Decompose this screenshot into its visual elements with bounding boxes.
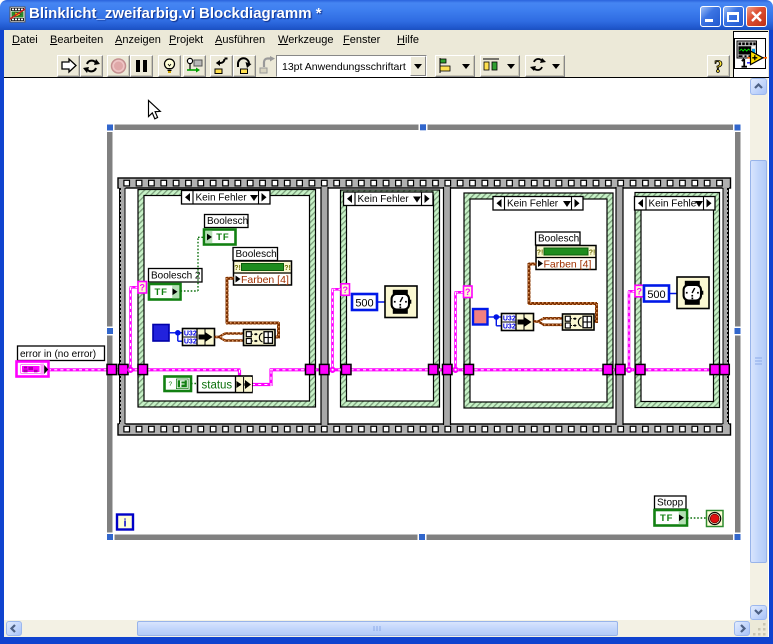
svg-text:?!: ?! xyxy=(234,265,241,272)
svg-text:U32: U32 xyxy=(184,331,197,338)
svg-text:?: ? xyxy=(637,286,643,296)
svg-text:Stopp: Stopp xyxy=(657,498,684,509)
svg-text:Kein Fehler: Kein Fehler xyxy=(358,194,410,205)
svg-text:Boolesch 2: Boolesch 2 xyxy=(151,271,201,282)
svg-text:Farben [4]: Farben [4] xyxy=(544,258,592,270)
svg-text:?: ? xyxy=(465,287,471,297)
svg-text:Kein Fehle: Kein Fehle xyxy=(649,199,697,210)
svg-text:Farben [4]: Farben [4] xyxy=(241,274,289,286)
svg-text:i: i xyxy=(123,518,126,530)
svg-text:?!: ?! xyxy=(284,265,291,272)
svg-text:U32: U32 xyxy=(503,324,516,331)
svg-text:Boolesch: Boolesch xyxy=(236,249,277,260)
svg-text:F: F xyxy=(180,379,186,389)
svg-text:?: ? xyxy=(714,57,723,77)
svg-text:Kein Fehler: Kein Fehler xyxy=(507,199,559,210)
svg-text:U32: U32 xyxy=(184,339,197,346)
svg-text:?: ? xyxy=(140,283,146,293)
svg-text:?!: ?! xyxy=(589,250,596,257)
svg-text:TF: TF xyxy=(216,232,229,243)
svg-text:Boolesch: Boolesch xyxy=(538,234,579,245)
svg-text:U32: U32 xyxy=(503,316,516,323)
svg-text:error in (no error): error in (no error) xyxy=(20,349,96,360)
svg-text:500: 500 xyxy=(355,297,373,309)
svg-text:TF: TF xyxy=(660,513,673,524)
svg-text:status: status xyxy=(202,380,233,392)
svg-text:500: 500 xyxy=(647,289,665,301)
svg-text:?: ? xyxy=(169,381,173,388)
svg-text:Boolesch: Boolesch xyxy=(207,216,248,227)
svg-text:TF: TF xyxy=(155,287,168,298)
svg-text:?!: ?! xyxy=(537,250,544,257)
svg-text:?: ? xyxy=(343,285,349,295)
svg-text:Kein Fehler: Kein Fehler xyxy=(196,193,248,204)
